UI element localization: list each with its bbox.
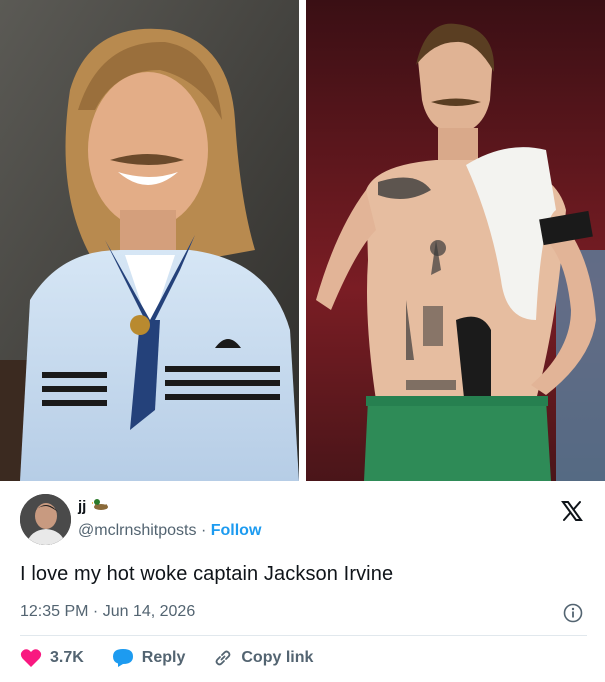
reply-button[interactable]: Reply <box>112 648 186 668</box>
tweet-text: I love my hot woke captain Jackson Irvin… <box>20 563 394 585</box>
reply-label: Reply <box>141 649 186 666</box>
reply-bubble-icon <box>112 649 133 667</box>
handle-separator: · <box>200 522 207 539</box>
copy-link-label: Copy link <box>241 649 314 666</box>
photo-smiling-man-tracksuit <box>0 0 299 481</box>
tweet-timestamp[interactable]: 12:35 PM · Jun 14, 2026 <box>20 603 195 621</box>
photo-collage <box>0 0 605 481</box>
link-icon <box>215 650 231 666</box>
x-logo-icon[interactable] <box>560 499 584 523</box>
user-handle[interactable]: @mclrnshitposts <box>78 522 197 539</box>
handle-row: @mclrnshitposts · Follow <box>78 522 261 540</box>
like-count: 3.7K <box>50 649 84 666</box>
info-icon[interactable] <box>563 603 583 623</box>
divider <box>20 635 587 636</box>
copy-link-button[interactable]: Copy link <box>213 648 313 668</box>
avatar[interactable] <box>20 494 71 545</box>
author-name-row: jj <box>78 497 110 515</box>
photo-shirtless-tattooed-man <box>306 0 605 481</box>
display-name[interactable]: jj <box>78 498 86 515</box>
tweet-actions: 3.7K Reply Copy link <box>20 648 341 668</box>
like-button[interactable]: 3.7K <box>20 648 84 668</box>
duck-emoji-icon <box>91 497 110 515</box>
follow-button[interactable]: Follow <box>211 522 262 539</box>
heart-icon <box>20 649 42 667</box>
